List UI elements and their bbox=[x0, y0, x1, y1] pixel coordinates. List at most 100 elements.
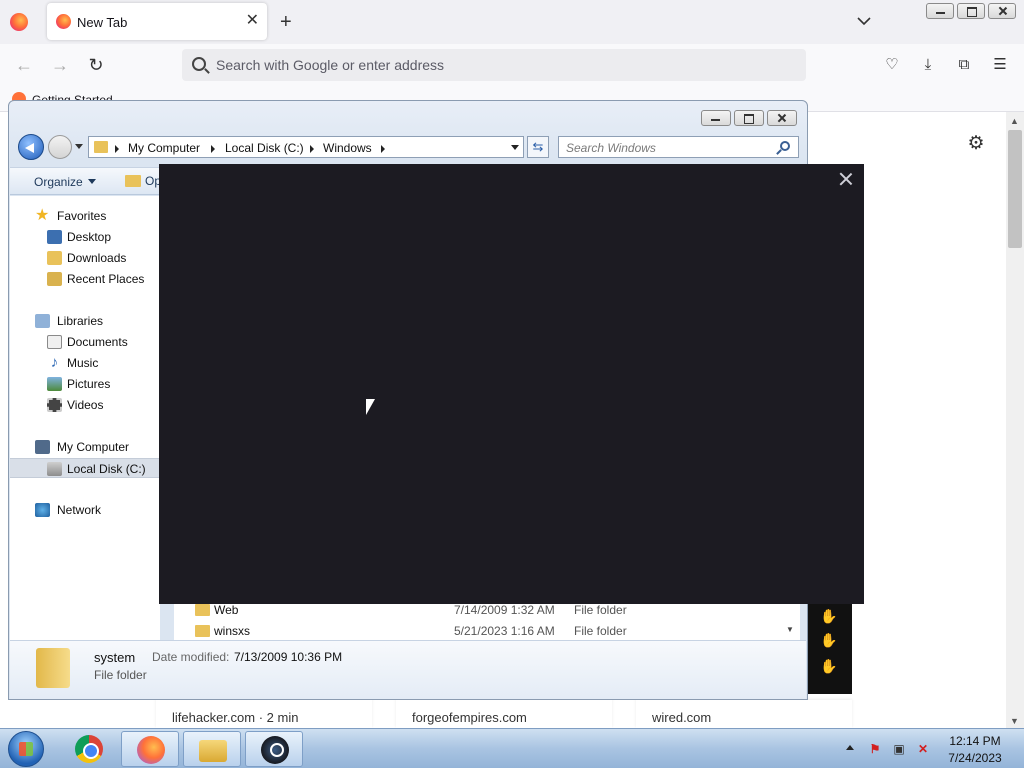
extensions-icon[interactable]: ⧉ bbox=[955, 56, 973, 74]
firefox-view-icon[interactable] bbox=[10, 13, 28, 31]
scroll-down-arrow-icon[interactable]: ▼ bbox=[786, 625, 794, 634]
gear-icon[interactable]: ⚙ bbox=[966, 134, 986, 154]
nav-label: Desktop bbox=[67, 230, 112, 244]
breadcrumb-local-disk[interactable]: Local Disk (C:) bbox=[225, 141, 304, 155]
page-scrollbar[interactable]: ▲ ▼ bbox=[1006, 112, 1024, 728]
top-site-label: forgeofempires.com bbox=[412, 710, 527, 725]
breadcrumb-windows[interactable]: Windows bbox=[323, 141, 372, 155]
nav-label: Music bbox=[67, 356, 99, 370]
nav-network[interactable]: Network bbox=[10, 500, 160, 520]
star-icon: ★ bbox=[35, 207, 50, 224]
clock-date: 7/24/2023 bbox=[948, 751, 1002, 765]
navigation-pane: ★ Favorites Desktop Downloads Recent Pla… bbox=[10, 196, 160, 640]
search-icon bbox=[192, 57, 206, 71]
file-name: Web bbox=[214, 603, 239, 617]
pictures-icon bbox=[47, 377, 62, 391]
menu-hamburger-icon[interactable]: ☰ bbox=[991, 56, 1009, 74]
pocket-icon[interactable]: ♡ bbox=[883, 56, 901, 74]
close-icon[interactable] bbox=[838, 171, 854, 187]
tab-new-tab[interactable]: New Tab ✕ bbox=[47, 3, 267, 40]
list-tabs-chevron-icon[interactable] bbox=[855, 12, 873, 30]
scroll-up-arrow-icon[interactable]: ▲ bbox=[1010, 116, 1019, 126]
address-bar[interactable]: My Computer Local Disk (C:) Windows bbox=[88, 136, 524, 158]
top-site-label: lifehacker.com · 2 min bbox=[172, 710, 299, 725]
tab-close-icon[interactable]: ✕ bbox=[246, 12, 259, 30]
nav-downloads[interactable]: Downloads bbox=[10, 248, 160, 268]
dark-overlay-panel bbox=[159, 164, 864, 604]
nav-pictures[interactable]: Pictures bbox=[10, 374, 160, 394]
url-bar[interactable]: Search with Google or enter address bbox=[182, 49, 806, 81]
explorer-forward-button[interactable] bbox=[48, 135, 72, 159]
nav-label: Downloads bbox=[67, 251, 127, 265]
music-note-icon: ♪ bbox=[50, 354, 59, 371]
organize-button[interactable]: Organize bbox=[34, 175, 96, 189]
refresh-icon[interactable]: ⇆ bbox=[527, 136, 549, 158]
libraries-icon bbox=[35, 314, 50, 328]
volume-muted-icon[interactable]: ✕ bbox=[915, 742, 931, 756]
address-dropdown-icon[interactable] bbox=[511, 145, 519, 150]
taskbar-chrome[interactable] bbox=[60, 731, 118, 767]
browser-minimize-button[interactable] bbox=[926, 3, 954, 19]
nav-label: Network bbox=[57, 503, 102, 517]
breadcrumb-my-computer[interactable]: My Computer bbox=[128, 141, 200, 155]
selected-item-type: File folder bbox=[94, 668, 147, 682]
details-pane: system File folder Date modified: 7/13/2… bbox=[10, 640, 806, 699]
scroll-thumb[interactable] bbox=[1008, 130, 1022, 248]
chrome-icon bbox=[75, 735, 103, 763]
new-tab-button[interactable]: + bbox=[280, 10, 292, 34]
file-row[interactable]: winsxs 5/21/2023 1:16 AM File folder bbox=[174, 621, 784, 642]
breadcrumb-arrow-icon[interactable] bbox=[310, 145, 314, 153]
organize-caret-icon bbox=[87, 179, 96, 184]
nav-label: Local Disk (C:) bbox=[67, 462, 146, 476]
folder-icon bbox=[36, 648, 70, 688]
breadcrumb-arrow-icon[interactable] bbox=[211, 145, 215, 153]
explorer-minimize-button[interactable] bbox=[701, 110, 731, 126]
explorer-maximize-button[interactable] bbox=[734, 110, 764, 126]
top-site-tile[interactable]: lifehacker.com · 2 min bbox=[156, 700, 372, 728]
recent-pages-chevron-icon[interactable] bbox=[75, 144, 83, 149]
computer-icon bbox=[35, 440, 50, 454]
taskbar-explorer[interactable] bbox=[183, 731, 241, 767]
folder-icon bbox=[195, 604, 210, 616]
taskbar-firefox[interactable] bbox=[121, 731, 179, 767]
scroll-down-arrow-icon[interactable]: ▼ bbox=[1010, 716, 1019, 726]
open-button[interactable]: Op bbox=[125, 174, 161, 188]
taskbar: ⚑ ▣ ✕ 12:14 PM 7/24/2023 bbox=[0, 728, 1024, 768]
reload-icon[interactable]: ↻ bbox=[85, 54, 107, 76]
nav-favorites[interactable]: ★ Favorites bbox=[10, 206, 160, 226]
browser-tab-bar: New Tab ✕ + bbox=[0, 0, 1024, 44]
network-disconnected-icon[interactable]: ▣ bbox=[891, 742, 907, 756]
browser-close-button[interactable] bbox=[988, 3, 1016, 19]
search-icon[interactable] bbox=[780, 141, 790, 151]
nav-videos[interactable]: Videos bbox=[10, 395, 160, 415]
top-site-tile[interactable]: wired.com bbox=[636, 700, 852, 728]
nav-libraries[interactable]: Libraries bbox=[10, 311, 160, 331]
firefox-tab-icon bbox=[56, 14, 71, 29]
nav-recent-places[interactable]: Recent Places bbox=[10, 269, 160, 289]
start-button[interactable] bbox=[8, 731, 44, 767]
show-hidden-icons-chevron-icon[interactable] bbox=[846, 745, 854, 750]
action-center-flag-icon[interactable]: ⚑ bbox=[867, 742, 883, 756]
explorer-close-button[interactable] bbox=[767, 110, 797, 126]
forward-arrow-icon[interactable]: → bbox=[49, 54, 71, 76]
organize-label: Organize bbox=[34, 175, 83, 189]
downloads-icon[interactable]: ⤓ bbox=[919, 56, 937, 74]
top-site-tile[interactable]: forgeofempires.com bbox=[396, 700, 612, 728]
explorer-back-button[interactable] bbox=[18, 134, 44, 160]
browser-restore-button[interactable] bbox=[957, 3, 985, 19]
breadcrumb-arrow-icon[interactable] bbox=[381, 145, 385, 153]
nav-local-disk[interactable]: Local Disk (C:) bbox=[10, 458, 160, 478]
nav-label: My Computer bbox=[57, 440, 130, 454]
nav-desktop[interactable]: Desktop bbox=[10, 227, 160, 247]
breadcrumb-arrow-icon[interactable] bbox=[115, 145, 119, 153]
steam-icon bbox=[261, 736, 289, 764]
nav-music[interactable]: ♪ Music bbox=[10, 353, 160, 373]
back-arrow-icon[interactable]: ← bbox=[13, 54, 35, 76]
nav-documents[interactable]: Documents bbox=[10, 332, 160, 352]
explorer-search-input[interactable]: Search Windows bbox=[558, 136, 799, 158]
nav-my-computer[interactable]: My Computer bbox=[10, 437, 160, 457]
file-type: File folder bbox=[574, 624, 627, 638]
system-clock[interactable]: 12:14 PM 7/24/2023 bbox=[940, 734, 1010, 765]
taskbar-steam[interactable] bbox=[245, 731, 303, 767]
hand-icon: ✋ bbox=[820, 658, 838, 674]
